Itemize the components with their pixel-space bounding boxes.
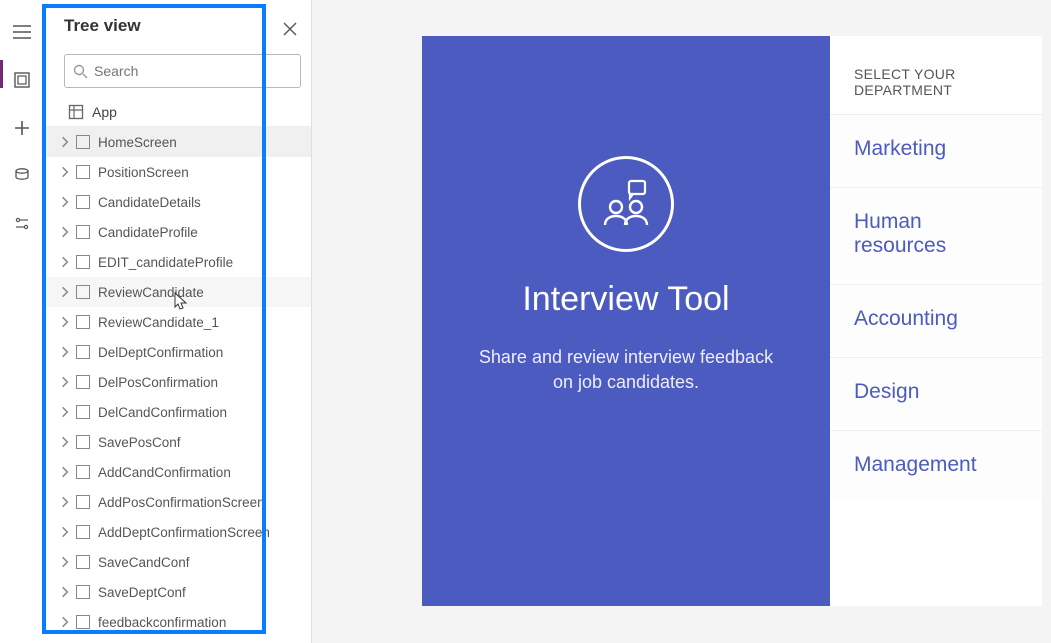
chevron-right-icon (58, 585, 72, 599)
app-label: App (92, 104, 117, 120)
screen-icon (76, 255, 90, 269)
tree-item-label: CandidateProfile (98, 225, 198, 240)
tree-item[interactable]: DelPosConfirmation (44, 367, 311, 397)
dept-header: SELECT YOUR DEPARTMENT (830, 36, 1042, 114)
chevron-right-icon (58, 225, 72, 239)
tree-item[interactable]: SavePosConf (44, 427, 311, 457)
search-icon (73, 64, 88, 79)
canvas-area: Interview Tool Share and review intervie… (312, 0, 1051, 643)
tree-item-label: EDIT_candidateProfile (98, 255, 233, 270)
tree-item[interactable]: AddDeptConfirmationScreen (44, 517, 311, 547)
screen-list: HomeScreen••• PositionScreen CandidateDeta… (44, 127, 311, 637)
app-preview: Interview Tool Share and review intervie… (422, 36, 1042, 606)
tree-item-label: feedbackconfirmation (98, 615, 226, 630)
tree-item-label: AddDeptConfirmationScreen (98, 525, 270, 540)
tree-item-label: DelPosConfirmation (98, 375, 218, 390)
tree-item-label: ReviewCandidate (98, 285, 204, 300)
tree-item-label: DelDeptConfirmation (98, 345, 223, 360)
settings-icon[interactable] (8, 210, 36, 238)
department-item[interactable]: Accounting (830, 284, 1042, 353)
data-icon[interactable] (8, 162, 36, 190)
app-subtitle: Share and review interview feedback on j… (476, 345, 776, 395)
tree-item[interactable]: EDIT_candidateProfile (44, 247, 311, 277)
insert-icon[interactable] (8, 114, 36, 142)
screen-icon (76, 495, 90, 509)
department-item[interactable]: Management (830, 430, 1042, 499)
screen-icon (76, 285, 90, 299)
tree-item[interactable]: SaveDeptConf (44, 577, 311, 607)
tree-item-label: CandidateDetails (98, 195, 201, 210)
tree-item-label: HomeScreen (98, 135, 177, 150)
tree-view-title: Tree view (44, 0, 311, 46)
chevron-right-icon (58, 375, 72, 389)
department-item[interactable]: Marketing (830, 114, 1042, 183)
chevron-right-icon (58, 615, 72, 629)
screen-icon (76, 165, 90, 179)
chevron-right-icon (58, 255, 72, 269)
tree-item-label: DelCandConfirmation (98, 405, 227, 420)
tree-item-label: PositionScreen (98, 165, 189, 180)
screen-icon (76, 405, 90, 419)
chevron-right-icon (58, 555, 72, 569)
app-icon (68, 104, 84, 120)
tree-item-label: SaveCandConf (98, 555, 190, 570)
screen-icon (76, 525, 90, 539)
tree-item[interactable]: CandidateProfile (44, 217, 311, 247)
screen-icon (76, 435, 90, 449)
department-panel: SELECT YOUR DEPARTMENT MarketingHuman re… (830, 36, 1042, 606)
close-icon[interactable] (275, 14, 305, 44)
chevron-right-icon (58, 495, 72, 509)
chevron-right-icon (58, 465, 72, 479)
tree-item[interactable]: ReviewCandidate_1 (44, 307, 311, 337)
screen-icon (76, 585, 90, 599)
chevron-right-icon (58, 165, 72, 179)
tree-item-label: SavePosConf (98, 435, 181, 450)
tree-item-label: AddCandConfirmation (98, 465, 231, 480)
screen-icon (76, 315, 90, 329)
chevron-right-icon (58, 405, 72, 419)
app-root-node[interactable]: App (44, 98, 311, 127)
screen-icon (76, 225, 90, 239)
tree-item[interactable]: DelCandConfirmation (44, 397, 311, 427)
department-item[interactable]: Human resources (830, 187, 1042, 280)
tree-item[interactable]: CandidateDetails (44, 187, 311, 217)
app-title: Interview Tool (522, 280, 729, 319)
chevron-right-icon (58, 195, 72, 209)
tree-item[interactable]: HomeScreen••• (44, 127, 311, 157)
left-rail (0, 0, 44, 643)
chevron-right-icon (58, 435, 72, 449)
tree-view-panel: Tree view App HomeScreen••• PositionScree… (44, 0, 312, 643)
tree-item[interactable]: feedbackconfirmation (44, 607, 311, 637)
tree-view-icon[interactable] (8, 66, 36, 94)
tree-item[interactable]: DelDeptConfirmation (44, 337, 311, 367)
search-input-wrap[interactable] (64, 54, 301, 88)
department-item[interactable]: Design (830, 357, 1042, 426)
chevron-right-icon (58, 345, 72, 359)
chevron-right-icon (58, 315, 72, 329)
splash-pane: Interview Tool Share and review intervie… (422, 36, 830, 606)
hamburger-icon[interactable] (8, 18, 36, 46)
tree-item-label: ReviewCandidate_1 (98, 315, 219, 330)
screen-icon (76, 465, 90, 479)
chevron-right-icon (58, 135, 72, 149)
active-rail-marker (0, 60, 3, 88)
tree-item-label: SaveDeptConf (98, 585, 186, 600)
tree-item[interactable]: SaveCandConf (44, 547, 311, 577)
screen-icon (76, 615, 90, 629)
search-input[interactable] (94, 63, 292, 79)
tree-item[interactable]: ReviewCandidate••• (44, 277, 311, 307)
screen-icon (76, 555, 90, 569)
chevron-right-icon (58, 525, 72, 539)
screen-icon (76, 195, 90, 209)
tree-item[interactable]: PositionScreen (44, 157, 311, 187)
screen-icon (76, 375, 90, 389)
chevron-right-icon (58, 285, 72, 299)
tree-item-label: AddPosConfirmationScreen (98, 495, 265, 510)
tree-item[interactable]: AddCandConfirmation (44, 457, 311, 487)
app-logo-icon (578, 156, 674, 252)
screen-icon (76, 345, 90, 359)
tree-item[interactable]: AddPosConfirmationScreen (44, 487, 311, 517)
screen-icon (76, 135, 90, 149)
